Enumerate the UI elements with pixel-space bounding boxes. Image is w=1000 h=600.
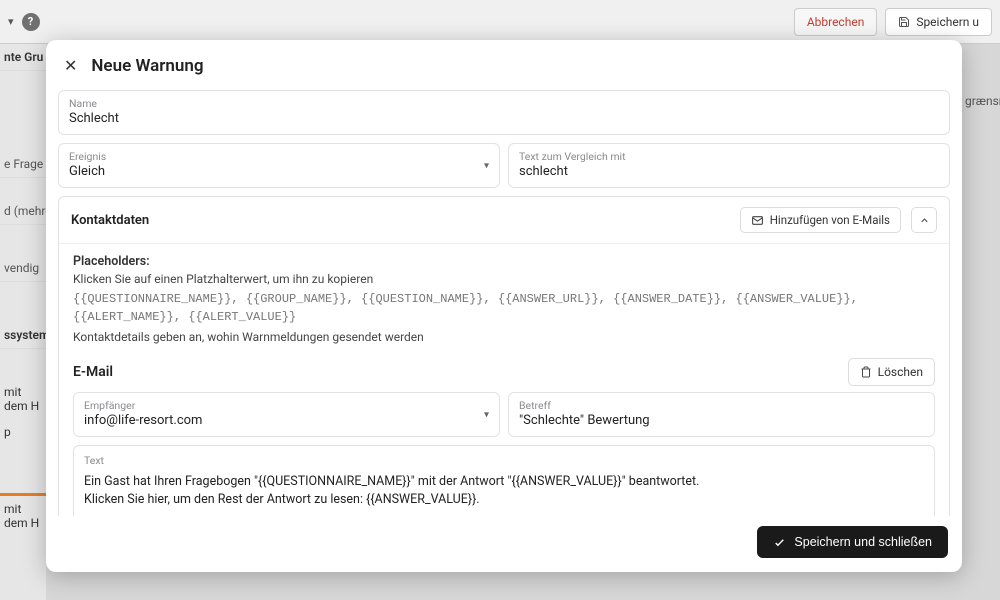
subject-field[interactable]: Betreff "Schlechte" Bewertung [508, 392, 935, 437]
email-text-field[interactable]: Text Ein Gast hat Ihren Fragebogen "{{QU… [73, 445, 935, 516]
recipient-label: Empfänger [84, 399, 489, 412]
name-label: Name [69, 97, 939, 110]
bg-cancel-button[interactable]: Abbrechen [794, 8, 878, 36]
event-value: Gleich [69, 164, 489, 179]
bg-sidebar-item: p [0, 419, 46, 445]
bg-sidebar-item: vendig [0, 255, 46, 282]
name-field[interactable]: Name Schlecht [58, 90, 950, 135]
new-alert-modal: ✕ Neue Warnung Name Schlecht Ereignis Gl… [46, 40, 962, 572]
text-label: Text [84, 454, 924, 467]
collapse-toggle[interactable] [911, 207, 937, 233]
recipient-value: info@life-resort.com [84, 413, 489, 428]
trash-icon [860, 366, 872, 378]
name-value: Schlecht [69, 111, 939, 126]
save-close-label: Speichern und schließen [794, 535, 932, 549]
background-top-bar: ▾ ? Abbrechen Speichern u [0, 0, 1000, 44]
contact-section: Kontaktdaten Hinzufügen von E-Mails Plac… [58, 196, 950, 516]
bg-sidebar-item: e Frage [0, 151, 46, 178]
background-right-slice: grænsni [965, 44, 1000, 108]
bg-dropdown-caret[interactable]: ▾ [8, 15, 14, 28]
compare-label: Text zum Vergleich mit [519, 150, 939, 163]
save-icon [898, 16, 910, 28]
help-icon[interactable]: ? [22, 13, 40, 31]
recipient-select[interactable]: Empfänger info@life-resort.com ▾ [73, 392, 500, 437]
bg-sidebar-item: mit dem H [0, 379, 46, 419]
text-content: Ein Gast hat Ihren Fragebogen "{{QUESTIO… [84, 473, 924, 516]
placeholders-desc: Klicken Sie auf einen Platzhalterwert, u… [73, 272, 935, 286]
add-emails-button[interactable]: Hinzufügen von E-Mails [740, 207, 901, 233]
close-icon[interactable]: ✕ [64, 58, 77, 74]
email-section-title: E-Mail [73, 364, 113, 380]
bg-sidebar-item: mit dem H [0, 496, 46, 536]
background-left-rail: nte Gru e Frage d (mehre vendig ssystem … [0, 44, 46, 600]
modal-title: Neue Warnung [91, 56, 203, 76]
check-icon [773, 536, 786, 549]
delete-label: Löschen [878, 365, 923, 379]
delete-email-button[interactable]: Löschen [848, 358, 935, 386]
save-and-close-button[interactable]: Speichern und schließen [757, 526, 948, 558]
bg-sidebar-item: ssystem [0, 322, 46, 349]
bg-sidebar-item: d (mehre [0, 198, 46, 225]
compare-value: schlecht [519, 164, 939, 179]
event-label: Ereignis [69, 150, 489, 163]
placeholders-tokens[interactable]: {{QUESTIONNAIRE_NAME}}, {{GROUP_NAME}}, … [73, 290, 935, 326]
subject-value: "Schlechte" Bewertung [519, 413, 924, 428]
bg-sidebar-item: nte Gru [0, 44, 46, 71]
event-select[interactable]: Ereignis Gleich ▾ [58, 143, 500, 188]
contact-section-title: Kontaktdaten [71, 213, 149, 228]
placeholders-heading: Placeholders: [73, 254, 935, 269]
placeholders-note: Kontaktdetails geben an, wohin Warnmeldu… [73, 330, 935, 344]
bg-save-button[interactable]: Speichern u [885, 8, 992, 36]
mail-icon [751, 214, 764, 227]
add-emails-label: Hinzufügen von E-Mails [770, 213, 890, 227]
compare-text-field[interactable]: Text zum Vergleich mit schlecht [508, 143, 950, 188]
subject-label: Betreff [519, 399, 924, 412]
